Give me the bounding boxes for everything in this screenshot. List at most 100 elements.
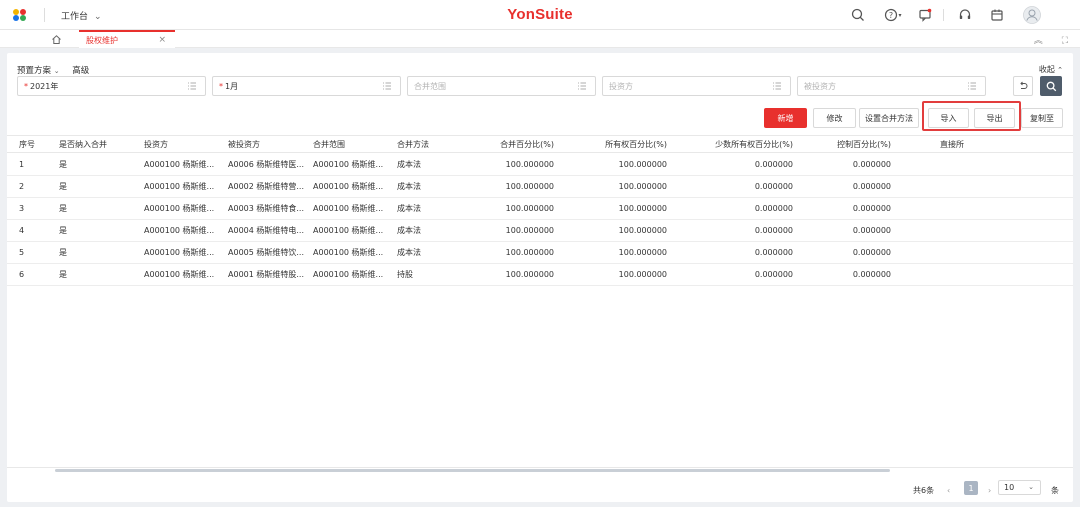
- copy-to-button[interactable]: 复制至: [1021, 108, 1063, 128]
- cell-consolidation-pct: 100.000000: [505, 226, 554, 235]
- cell-control-pct: 0.000000: [852, 160, 891, 169]
- cell-minority-pct: 0.000000: [754, 248, 793, 257]
- table-row[interactable]: 2 是 A000100 杨斯维... A0002 杨斯维特营... A000100 杨斯…: [7, 176, 1073, 198]
- chevron-up-icon: ⌃: [1054, 66, 1063, 74]
- cell-ownership-pct: 100.000000: [618, 248, 667, 257]
- cell-investor: A000100 杨斯维...: [144, 204, 215, 213]
- cell-consolidation-pct: 100.000000: [505, 248, 554, 257]
- calendar-icon[interactable]: [988, 6, 1006, 24]
- required-mark: *: [219, 81, 223, 91]
- advanced-link[interactable]: 高级: [72, 66, 89, 76]
- cell-investor: A000100 杨斯维...: [144, 160, 215, 169]
- cell-method: 成本法: [397, 248, 421, 257]
- cell-index: 1: [19, 160, 25, 169]
- highlight-annotation: [922, 101, 1021, 131]
- cell-investee: A0004 杨斯维特电...: [228, 226, 305, 235]
- list-icon[interactable]: [382, 81, 392, 91]
- table-row[interactable]: 1 是 A000100 杨斯维... A0006 杨斯维特医... A000100 杨斯…: [7, 154, 1073, 176]
- prev-page-button[interactable]: ‹: [947, 483, 950, 497]
- col-header-included: 是否纳入合并: [59, 139, 107, 149]
- list-icon[interactable]: [772, 81, 782, 91]
- month-value: 1月: [225, 81, 239, 91]
- tab-bar-tools: ︽ ⛶: [1034, 33, 1068, 46]
- search-icon[interactable]: [849, 6, 867, 24]
- cell-scope: A000100 杨斯维...: [313, 204, 384, 213]
- collapse-toggle[interactable]: 收起 ⌃: [1039, 64, 1063, 75]
- reset-button[interactable]: [1013, 76, 1033, 96]
- table-row[interactable]: 6 是 A000100 杨斯维... A0001 杨斯维特股... A000100 杨斯…: [7, 264, 1073, 286]
- cell-scope: A000100 杨斯维...: [313, 226, 384, 235]
- cell-index: 4: [19, 226, 25, 235]
- page-size-select[interactable]: 10 ⌄: [998, 480, 1041, 495]
- cell-included: 是: [59, 204, 67, 213]
- fullscreen-icon[interactable]: ⛶: [1062, 36, 1068, 46]
- edit-button[interactable]: 修改: [813, 108, 856, 128]
- top-right-icons: ? ▾: [844, 6, 1074, 24]
- cell-minority-pct: 0.000000: [754, 160, 793, 169]
- table-row[interactable]: 3 是 A000100 杨斯维... A0003 杨斯维特食... A000100 杨斯…: [7, 198, 1073, 220]
- cell-control-pct: 0.000000: [852, 204, 891, 213]
- cell-consolidation-pct: 100.000000: [505, 204, 554, 213]
- cell-method: 成本法: [397, 160, 421, 169]
- page-size-value: 10: [1004, 483, 1015, 492]
- next-page-button[interactable]: ›: [988, 483, 991, 497]
- table-row[interactable]: 5 是 A000100 杨斯维... A0005 杨斯维特饮... A000100 杨斯…: [7, 242, 1073, 264]
- horizontal-scrollbar[interactable]: [55, 469, 890, 472]
- cell-scope: A000100 杨斯维...: [313, 160, 384, 169]
- cell-investee: A0002 杨斯维特营...: [228, 182, 305, 191]
- page-1-button[interactable]: 1: [964, 481, 978, 495]
- cell-minority-pct: 0.000000: [754, 226, 793, 235]
- collapse-up-icon[interactable]: ︽: [1034, 36, 1043, 46]
- investor-field[interactable]: 投资方: [602, 76, 791, 96]
- list-icon[interactable]: [187, 81, 197, 91]
- avatar[interactable]: [1022, 5, 1042, 25]
- col-header-minority-pct: 少数所有权百分比(%): [715, 139, 793, 149]
- list-icon[interactable]: [967, 81, 977, 91]
- cell-minority-pct: 0.000000: [754, 270, 793, 279]
- cell-investee: A0001 杨斯维特股...: [228, 270, 305, 279]
- tab-bar: 股权维护 × ︽ ⛶: [0, 30, 1080, 48]
- help-dropdown-icon[interactable]: ▾: [896, 6, 904, 24]
- table-row[interactable]: 4 是 A000100 杨斯维... A0004 杨斯维特电... A000100 杨斯…: [7, 220, 1073, 242]
- cell-minority-pct: 0.000000: [754, 182, 793, 191]
- cell-scope: A000100 杨斯维...: [313, 270, 384, 279]
- scheme-select[interactable]: 预置方案 ⌄: [17, 66, 60, 76]
- cell-index: 6: [19, 270, 25, 279]
- cell-scope: A000100 杨斯维...: [313, 182, 384, 191]
- divider: [943, 9, 944, 21]
- investee-placeholder: 被投资方: [804, 81, 836, 91]
- search-button[interactable]: [1040, 76, 1062, 96]
- cell-method: 成本法: [397, 226, 421, 235]
- close-icon[interactable]: ×: [158, 35, 166, 45]
- chevron-down-icon: ⌄: [1028, 483, 1034, 491]
- cell-control-pct: 0.000000: [852, 226, 891, 235]
- cell-investee: A0005 杨斯维特饮...: [228, 248, 305, 257]
- cell-included: 是: [59, 270, 67, 279]
- consolidation-scope-field[interactable]: 合并范围: [407, 76, 596, 96]
- set-consolidation-method-button[interactable]: 设置合并方法: [859, 108, 919, 128]
- required-mark: *: [24, 81, 28, 91]
- col-header-investor: 投资方: [144, 139, 168, 149]
- svg-text:?: ?: [889, 11, 893, 20]
- chevron-down-icon: ⌄: [53, 67, 60, 75]
- cell-investor: A000100 杨斯维...: [144, 248, 215, 257]
- cell-included: 是: [59, 248, 67, 257]
- year-field[interactable]: * 2021年: [17, 76, 206, 96]
- month-field[interactable]: * 1月: [212, 76, 401, 96]
- tab-equity-maintenance[interactable]: 股权维护 ×: [79, 30, 175, 48]
- cell-consolidation-pct: 100.000000: [505, 182, 554, 191]
- home-icon[interactable]: [48, 32, 64, 46]
- message-icon[interactable]: [916, 6, 934, 24]
- col-header-investee: 被投资方: [228, 139, 260, 149]
- col-header-consolidation-pct: 合并百分比(%): [500, 139, 554, 149]
- cell-control-pct: 0.000000: [852, 270, 891, 279]
- cell-control-pct: 0.000000: [852, 248, 891, 257]
- add-button[interactable]: 新增: [764, 108, 807, 128]
- list-icon[interactable]: [577, 81, 587, 91]
- year-value: 2021年: [30, 81, 59, 91]
- cell-investor: A000100 杨斯维...: [144, 182, 215, 191]
- investee-field[interactable]: 被投资方: [797, 76, 986, 96]
- col-header-method: 合并方法: [397, 139, 429, 149]
- headset-icon[interactable]: [956, 6, 974, 24]
- scope-placeholder: 合并范围: [414, 81, 446, 91]
